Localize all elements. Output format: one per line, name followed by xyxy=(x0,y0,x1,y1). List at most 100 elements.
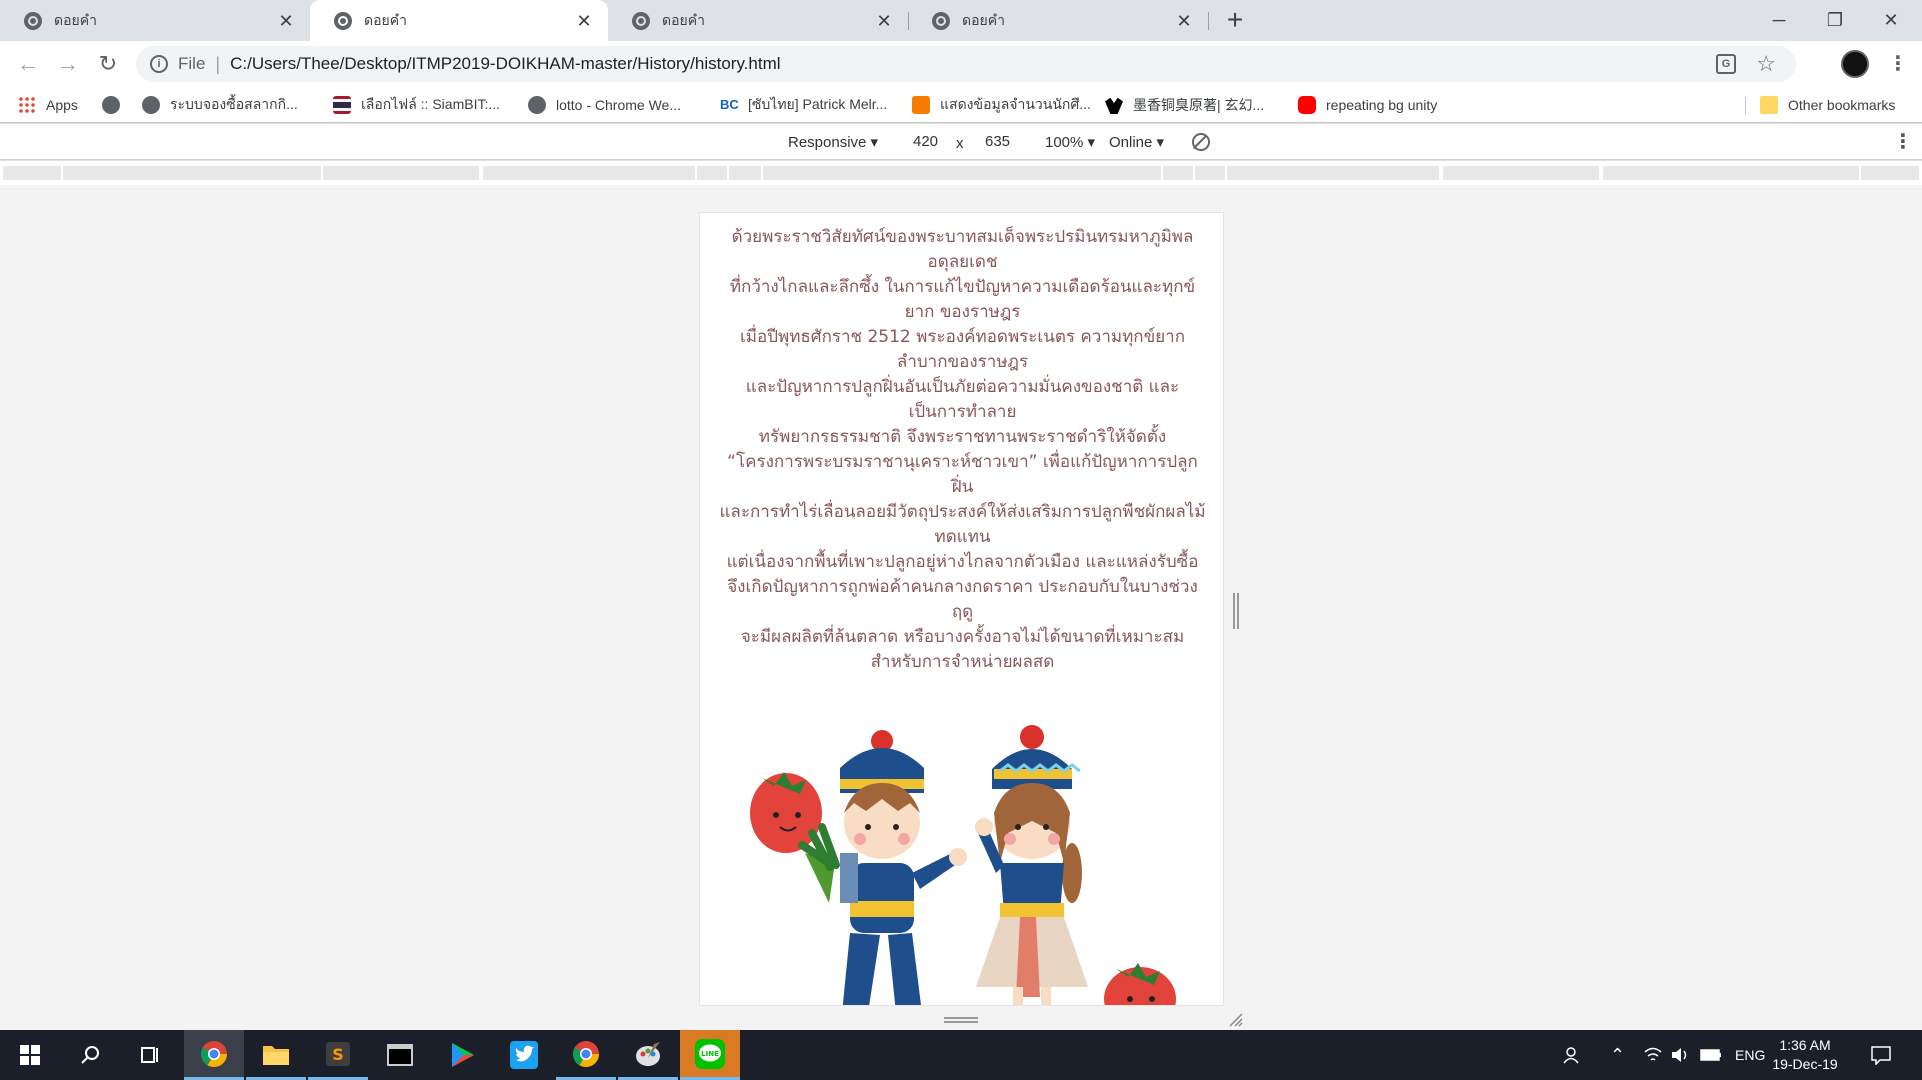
browser-tab-active[interactable]: ดอยคำ ✕ xyxy=(310,0,608,41)
media-query-segment[interactable] xyxy=(3,166,61,180)
taskbar-play-store[interactable] xyxy=(432,1030,492,1080)
taskbar-chrome[interactable] xyxy=(556,1030,616,1080)
forward-button[interactable]: → xyxy=(52,48,84,80)
menu-kebab-icon[interactable]: ⋮ xyxy=(1888,48,1908,80)
width-input[interactable]: 420 xyxy=(913,133,938,150)
taskbar-twitter[interactable] xyxy=(494,1030,554,1080)
bookmark-item[interactable]: repeating bg unity xyxy=(1298,94,1437,116)
bookmark-label: ระบบจองซื้อสลากกิ... xyxy=(170,96,298,112)
taskbar-paint[interactable] xyxy=(618,1030,678,1080)
tab-divider xyxy=(1208,12,1209,30)
device-select[interactable]: Responsive ▾ xyxy=(788,133,878,151)
profile-avatar[interactable] xyxy=(1841,50,1869,78)
media-query-segment[interactable] xyxy=(763,166,1161,180)
bookmark-item[interactable] xyxy=(102,94,130,116)
media-query-segment[interactable] xyxy=(1227,166,1439,180)
system-clock[interactable]: 1:36 AM 19-Dec-19 xyxy=(1770,1036,1840,1074)
restore-button[interactable]: ❐ xyxy=(1807,0,1863,41)
url-text[interactable]: C:/Users/Thee/Desktop/ITMP2019-DOIKHAM-m… xyxy=(230,54,780,74)
more-options-icon[interactable]: ⋮ xyxy=(1893,129,1913,154)
taskbar-sublime[interactable]: S xyxy=(308,1030,368,1080)
start-button[interactable] xyxy=(0,1030,60,1080)
globe-icon xyxy=(632,11,650,30)
clock-time: 1:36 AM xyxy=(1779,1037,1831,1053)
task-view-button[interactable] xyxy=(120,1030,180,1080)
bookmarks-divider xyxy=(1745,97,1746,115)
device-toolbar: Responsive ▾ 420 x 635 100% ▾ Online ▾ ⋮ xyxy=(0,124,1922,160)
media-query-segment[interactable] xyxy=(1443,166,1599,180)
resize-handle-corner[interactable] xyxy=(1228,1012,1244,1028)
bookmark-label: repeating bg unity xyxy=(1326,97,1438,113)
notifications-icon[interactable] xyxy=(1870,1030,1892,1080)
bookmark-item[interactable]: 墨香铜臭原著| 玄幻... xyxy=(1105,94,1264,116)
browser-toolbar: ← → ↻ i File | C:/Users/Thee/Desktop/ITM… xyxy=(0,41,1922,87)
close-icon[interactable]: ✕ xyxy=(1174,11,1194,31)
people-icon[interactable] xyxy=(1563,1030,1583,1080)
bookmark-item[interactable]: ระบบจองซื้อสลากกิ... xyxy=(142,94,298,116)
chrome-icon xyxy=(200,1040,228,1067)
history-line: “โครงการพระบรมราชานุเคราะห์ชาวเขา” เพื่อ… xyxy=(727,452,1198,497)
bookmark-item[interactable]: แสดงข้อมูลจำนวนนักศึ... xyxy=(912,94,1091,116)
taskbar-file-explorer[interactable] xyxy=(246,1030,306,1080)
url-scheme: File xyxy=(178,54,206,73)
translate-icon[interactable]: G xyxy=(1716,54,1736,74)
media-query-segment[interactable] xyxy=(63,166,321,180)
media-query-segment[interactable] xyxy=(323,166,479,180)
search-button[interactable] xyxy=(60,1030,120,1080)
input-language[interactable]: ENG xyxy=(1735,1030,1765,1080)
close-icon[interactable]: ✕ xyxy=(276,11,296,31)
bookmark-star-icon[interactable]: ☆ xyxy=(1756,51,1776,77)
close-icon[interactable]: ✕ xyxy=(574,11,594,31)
height-input[interactable]: 635 xyxy=(985,133,1010,150)
search-icon xyxy=(81,1046,99,1064)
rotate-icon[interactable] xyxy=(1192,133,1210,151)
back-button[interactable]: ← xyxy=(12,48,44,80)
bc-icon: BC xyxy=(720,96,739,114)
media-query-segment[interactable] xyxy=(1861,166,1919,180)
resize-handle-right[interactable] xyxy=(1233,593,1239,629)
strawberry-left xyxy=(750,772,822,853)
address-bar[interactable]: i File | C:/Users/Thee/Desktop/ITMP2019-… xyxy=(136,46,1796,82)
browser-tab[interactable]: ดอยคำ ✕ xyxy=(608,0,908,41)
hill-tribe-children-illustration xyxy=(750,725,1176,1005)
media-query-segment[interactable] xyxy=(1603,166,1859,180)
other-bookmarks[interactable]: Other bookmarks xyxy=(1760,94,1895,116)
info-icon[interactable]: i xyxy=(150,55,168,73)
new-tab-button[interactable]: + xyxy=(1220,6,1250,36)
taskbar-line[interactable]: LINE xyxy=(680,1030,740,1080)
globe-icon xyxy=(528,96,546,114)
bookmarks-bar: Apps ระบบจองซื้อสลากกิ... เลือกไฟล์ :: S… xyxy=(0,87,1922,123)
taskbar-chrome-active[interactable] xyxy=(184,1030,244,1080)
bookmark-item[interactable]: BC [ซับไทย] Patrick Melr... xyxy=(720,94,887,116)
network-throttle-select[interactable]: Online ▾ xyxy=(1109,133,1164,151)
reload-button[interactable]: ↻ xyxy=(92,48,124,80)
zoom-select[interactable]: 100% ▾ xyxy=(1045,133,1095,151)
media-query-segment[interactable] xyxy=(483,166,695,180)
thai-flag-icon xyxy=(333,96,351,114)
browser-tab[interactable]: ดอยคำ ✕ xyxy=(0,0,310,41)
battery-icon[interactable] xyxy=(1700,1030,1722,1080)
media-query-segment[interactable] xyxy=(1163,166,1193,180)
close-icon[interactable]: ✕ xyxy=(874,11,894,31)
media-query-segment[interactable] xyxy=(729,166,761,180)
minimize-button[interactable]: ─ xyxy=(1751,0,1807,41)
emulated-page: ด้วยพระราชวิสัยทัศน์ของพระบาทสมเด็จพระปร… xyxy=(699,212,1224,1006)
apps-grid-icon xyxy=(18,96,36,114)
bookmark-label: [ซับไทย] Patrick Melr... xyxy=(748,96,888,112)
media-query-segment[interactable] xyxy=(697,166,727,180)
bookmark-item[interactable]: lotto - Chrome We... xyxy=(528,94,681,116)
tab-title: ดอยคำ xyxy=(962,11,1005,28)
bookmark-item[interactable]: เลือกไฟล์ :: SiamBIT:... xyxy=(333,94,500,116)
history-text: ด้วยพระราชวิสัยทัศน์ของพระบาทสมเด็จพระปร… xyxy=(700,225,1223,675)
resize-handle-bottom[interactable] xyxy=(944,1017,978,1023)
media-query-segment[interactable] xyxy=(1195,166,1225,180)
chevron-up-icon[interactable]: ⌃ xyxy=(1610,1030,1625,1080)
wifi-icon[interactable] xyxy=(1643,1030,1663,1080)
browser-tab[interactable]: ดอยคำ ✕ xyxy=(908,0,1208,41)
bookmark-apps[interactable]: Apps xyxy=(18,94,78,116)
windows-taskbar: S LINE ⌃ ENG 1:36 AM 19-Dec-19 xyxy=(0,1030,1922,1080)
volume-icon[interactable] xyxy=(1670,1030,1690,1080)
taskbar-terminal[interactable] xyxy=(370,1030,430,1080)
close-window-button[interactable]: ✕ xyxy=(1863,0,1919,41)
girl-figure xyxy=(975,725,1088,1005)
